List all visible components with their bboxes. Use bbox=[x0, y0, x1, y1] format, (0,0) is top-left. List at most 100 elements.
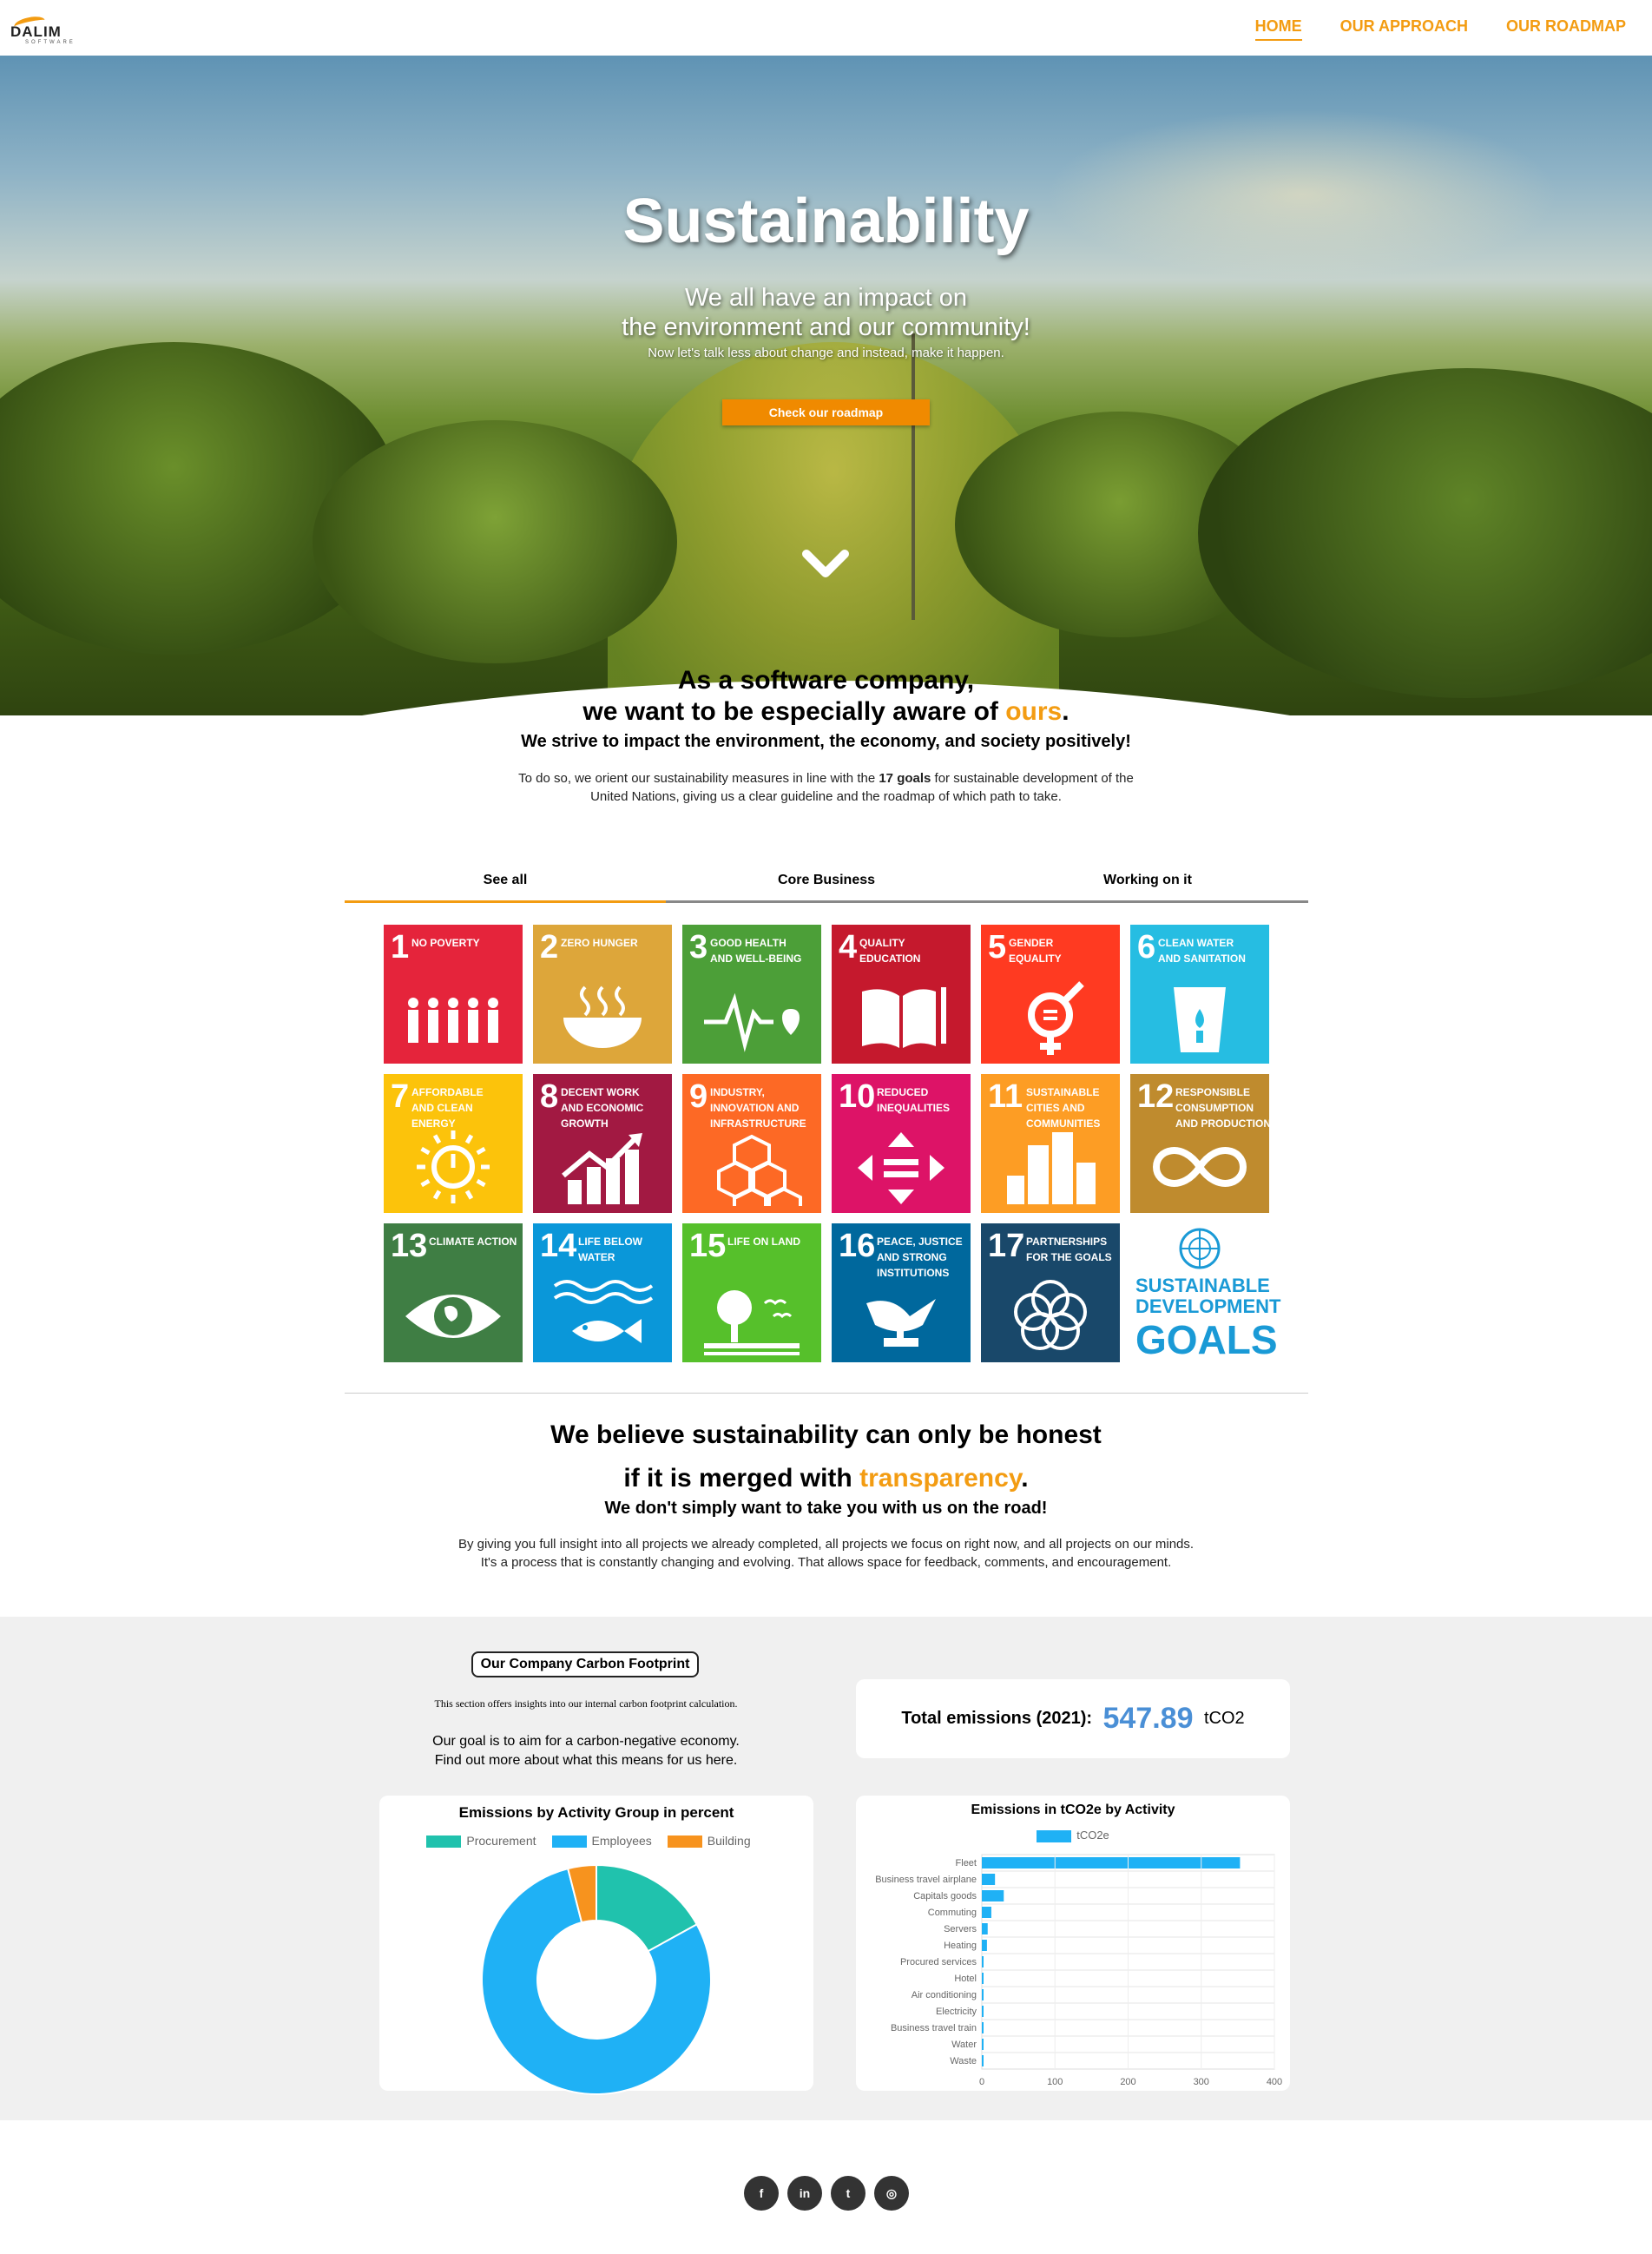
carbon-footprint-pill[interactable]: Our Company Carbon Footprint bbox=[471, 1651, 699, 1677]
chevron-down-icon[interactable] bbox=[800, 542, 852, 585]
sdg-tile-16[interactable]: 16 Peace, Justice and Strong Institutions bbox=[832, 1223, 971, 1362]
sdg-label: Responsible Consumption and Production bbox=[1175, 1086, 1269, 1130]
sdg-tile-8[interactable]: 8 Decent Work and Economic Growth bbox=[533, 1074, 672, 1213]
total-emissions-row: Total emissions (2021): 547.89 tCO2 bbox=[856, 1702, 1290, 1736]
rings-icon bbox=[1014, 1280, 1087, 1350]
bar-chart-card: Emissions in tCO2e by Activity tCO2e Fle… bbox=[856, 1796, 1290, 2091]
donut-chart-title: Emissions by Activity Group in percent bbox=[458, 1804, 734, 1821]
sdg-tile-5[interactable]: 5 Gender Equality bbox=[981, 925, 1120, 1064]
donut-legend-swatch[interactable] bbox=[426, 1835, 462, 1849]
logo-subtext: SOFTWARE bbox=[25, 40, 76, 45]
sdg-grid: 1 No Poverty 2 Zero Hunger 3 Good Health and … bbox=[384, 925, 1281, 1362]
bar-legend-swatch bbox=[1037, 1829, 1072, 1842]
sdg-label: Industry, Innovation and Infrastructure bbox=[710, 1086, 806, 1130]
sdg-tile-3[interactable]: 3 Good Health and Well-Being bbox=[682, 925, 821, 1064]
donut-legend-swatch[interactable] bbox=[551, 1835, 587, 1849]
sdg-tile-14[interactable]: 14 Life Below Water bbox=[533, 1223, 672, 1362]
dalim-logo[interactable]: DALIM SOFTWARE bbox=[10, 14, 90, 45]
hero-palm-trunk bbox=[912, 333, 915, 620]
intro-highlight: ours bbox=[1005, 697, 1063, 726]
sdg-label: Zero Hunger bbox=[561, 937, 638, 949]
bar-category-label: Business travel airplane bbox=[875, 1875, 977, 1885]
sdg-number: 14 bbox=[540, 1228, 577, 1264]
nav-link-approach[interactable]: OUR APPROACH bbox=[1340, 17, 1468, 41]
sdg-tile-13[interactable]: 13 Climate Action bbox=[384, 1223, 523, 1362]
bar-hotel[interactable] bbox=[982, 1973, 984, 1984]
sdg-tile-6[interactable]: 6 Clean Water and Sanitation bbox=[1130, 925, 1269, 1064]
carbon-goal-line2[interactable]: Find out more about what this means for … bbox=[382, 1751, 790, 1770]
total-emissions-value: 547.89 bbox=[1102, 1702, 1194, 1735]
sdg-label: Life on Land bbox=[727, 1236, 800, 1248]
bar-category-label: Capitals goods bbox=[913, 1891, 977, 1901]
nav-link-roadmap[interactable]: OUR ROADMAP bbox=[1506, 17, 1626, 41]
check-roadmap-button[interactable]: Check our roadmap bbox=[722, 399, 930, 425]
hero-small-text: Now let's talk less about change and ins… bbox=[648, 346, 1004, 360]
hero-subtitle: We all have an impact on the environment… bbox=[0, 283, 1652, 342]
tab-core-business[interactable]: Core Business bbox=[666, 865, 987, 900]
donut-legend-label[interactable]: Building bbox=[708, 1834, 751, 1848]
infinity-icon bbox=[1152, 1147, 1247, 1187]
sdg-logo-line3: GOALS bbox=[1135, 1317, 1278, 1362]
sdg-number: 12 bbox=[1137, 1078, 1175, 1115]
instagram-icon[interactable]: ◎ bbox=[874, 2176, 909, 2211]
hero-foliage-mid-left bbox=[313, 420, 677, 663]
transparency-body-line1: By giving you full insight into all proj… bbox=[457, 1537, 1195, 1552]
dove-gavel-icon bbox=[866, 1299, 936, 1347]
bowl-icon bbox=[563, 985, 642, 1048]
donut-legend-label[interactable]: Procurement bbox=[466, 1834, 536, 1848]
sdg-number: 10 bbox=[839, 1078, 876, 1115]
bar-air-conditioning[interactable] bbox=[982, 1989, 984, 2000]
sdg-number: 8 bbox=[540, 1078, 559, 1115]
sdg-tabs: See all Core Business Working on it bbox=[345, 865, 1308, 903]
sdg-number: 5 bbox=[988, 929, 1007, 966]
sdg-number: 7 bbox=[391, 1078, 410, 1115]
sdg-logo-tile[interactable]: SUSTAINABLE DEVELOPMENT GOALS bbox=[1130, 1223, 1281, 1362]
heartbeat-icon bbox=[704, 992, 800, 1052]
bar-procured-services[interactable] bbox=[982, 1956, 984, 1967]
sdg-label: Decent Work and Economic Growth bbox=[561, 1086, 644, 1130]
sdg-label: Quality Education bbox=[859, 937, 921, 965]
bar-xtick-label: 100 bbox=[1047, 2077, 1063, 2086]
linkedin-icon[interactable]: in bbox=[787, 2176, 822, 2211]
bar-business-travel-train[interactable] bbox=[982, 2022, 984, 2033]
sdg-tile-10[interactable]: 10 Reduced Inequalities bbox=[832, 1074, 971, 1213]
tab-working-on-it[interactable]: Working on it bbox=[987, 865, 1308, 900]
water-glass-icon bbox=[1174, 987, 1226, 1052]
bar-commuting[interactable] bbox=[982, 1907, 991, 1918]
tab-see-all[interactable]: See all bbox=[345, 865, 666, 903]
sdg-tile-2[interactable]: 2 Zero Hunger bbox=[533, 925, 672, 1064]
sdg-tile-12[interactable]: 12 Responsible Consumption and Production bbox=[1130, 1074, 1269, 1213]
bar-water[interactable] bbox=[982, 2039, 984, 2050]
bar-heating[interactable] bbox=[982, 1940, 987, 1951]
sdg-tile-17[interactable]: 17 Partnerships for the Goals bbox=[981, 1223, 1120, 1362]
bar-capitals-goods[interactable] bbox=[982, 1890, 1004, 1901]
sdg-logo-line2: DEVELOPMENT bbox=[1135, 1295, 1281, 1317]
sdg-tile-15[interactable]: 15 Life on Land bbox=[682, 1223, 821, 1362]
sdg-tile-4[interactable]: 4 Quality Education bbox=[832, 925, 971, 1064]
bar-servers[interactable] bbox=[982, 1923, 988, 1934]
facebook-icon[interactable]: f bbox=[744, 2176, 779, 2211]
nav-link-home[interactable]: HOME bbox=[1254, 17, 1302, 41]
bar-category-label: Waste bbox=[950, 2056, 977, 2066]
sdg-tile-9[interactable]: 9 Industry, Innovation and Infrastructure bbox=[682, 1074, 821, 1213]
section-divider bbox=[345, 1393, 1308, 1394]
sdg-tile-1[interactable]: 1 No Poverty bbox=[384, 925, 523, 1064]
sdg-tile-11[interactable]: 11 Sustainable Cities and Communities bbox=[981, 1074, 1120, 1213]
sdg-tile-7[interactable]: 7 Affordable and Clean Energy bbox=[384, 1074, 523, 1213]
transparency-line2-text: if it is merged with bbox=[623, 1464, 860, 1493]
donut-chart bbox=[481, 1863, 712, 2095]
book-icon bbox=[862, 987, 946, 1048]
bar-xtick-label: 0 bbox=[979, 2077, 984, 2086]
donut-legend-label[interactable]: Employees bbox=[592, 1834, 652, 1848]
total-emissions-label: Total emissions (2021): bbox=[901, 1709, 1093, 1728]
intro-heading-line2: we want to be especially aware of ours. bbox=[0, 696, 1652, 728]
nav-links: HOME OUR APPROACH OUR ROADMAP bbox=[1254, 17, 1626, 41]
donut-legend-swatch[interactable] bbox=[667, 1835, 702, 1849]
hero-title: Sustainability bbox=[622, 187, 1030, 256]
bar-waste[interactable] bbox=[982, 2055, 984, 2066]
sdg-number: 4 bbox=[839, 929, 858, 966]
intro-line2-text: we want to be especially aware of bbox=[582, 697, 1006, 726]
bar-business-travel-airplane[interactable] bbox=[982, 1874, 996, 1885]
twitter-icon[interactable]: t bbox=[831, 2176, 865, 2211]
bar-electricity[interactable] bbox=[982, 2006, 984, 2017]
